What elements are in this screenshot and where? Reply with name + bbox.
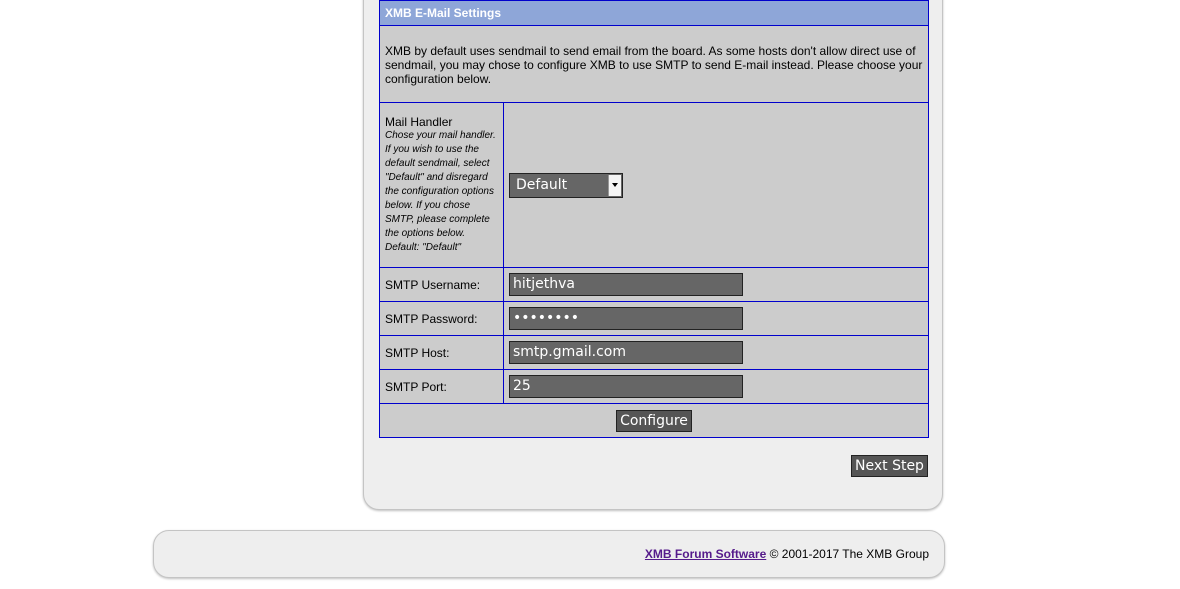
chevron-down-icon [608, 174, 621, 196]
mail-handler-select[interactable]: Default [509, 172, 623, 198]
mail-handler-label-cell: Mail Handler Chose your mail handler. If… [379, 102, 504, 268]
next-step-button[interactable]: Next Step [851, 455, 928, 477]
smtp-host-label: SMTP Host: [379, 335, 504, 370]
smtp-port-label: SMTP Port: [379, 369, 504, 404]
smtp-username-label: SMTP Username: [379, 267, 504, 302]
smtp-username-input[interactable]: hitjethva [509, 273, 743, 296]
mail-handler-help: Chose your mail handler. If you wish to … [385, 130, 496, 253]
smtp-host-input[interactable]: smtp.gmail.com [509, 341, 743, 364]
footer: XMB Forum Software © 2001-2017 The XMB G… [153, 530, 945, 578]
settings-description: XMB by default uses sendmail to send ema… [379, 25, 929, 103]
smtp-port-input[interactable]: 25 [509, 375, 743, 398]
copyright-text: © 2001-2017 The XMB Group [769, 547, 929, 561]
configure-cell: Configure [379, 403, 929, 438]
xmb-forum-software-link[interactable]: XMB Forum Software [645, 547, 766, 561]
mail-handler-selected: Default [516, 176, 568, 193]
smtp-password-input[interactable]: •••••••• [509, 307, 743, 330]
settings-title: XMB E-Mail Settings [379, 0, 929, 26]
smtp-password-label: SMTP Password: [379, 301, 504, 336]
mail-handler-select-cell: Default [503, 102, 929, 268]
mail-handler-label: Mail Handler [385, 115, 453, 129]
configure-button[interactable]: Configure [616, 409, 692, 432]
footer-credit: XMB Forum Software © 2001-2017 The XMB G… [645, 547, 929, 561]
email-settings-table: XMB E-Mail Settings XMB by default uses … [379, 0, 929, 438]
